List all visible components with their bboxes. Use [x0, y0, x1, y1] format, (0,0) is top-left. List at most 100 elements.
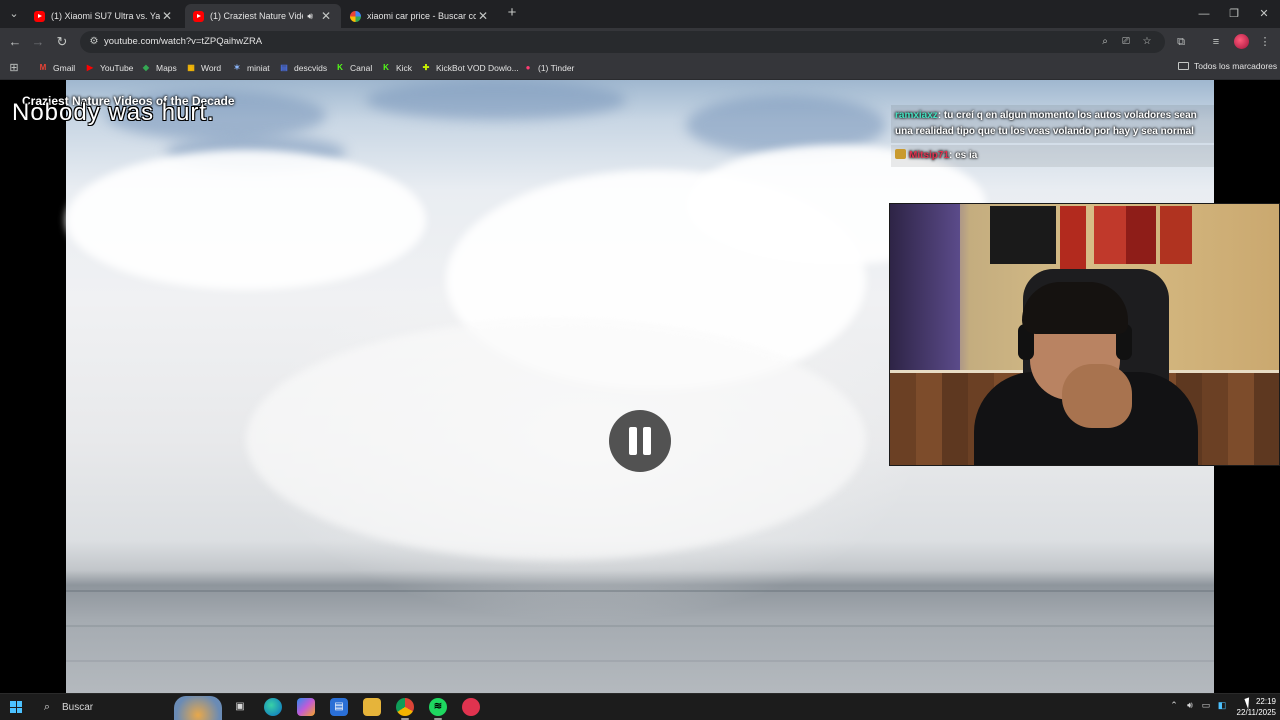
tab-title: (1) Xiaomi SU7 Ultra vs. Yangwa — [51, 11, 160, 21]
tab-strip: ⌄ (1) Xiaomi SU7 Ultra vs. Yangwa ✕ (1) … — [0, 0, 1280, 28]
tab-close-icon[interactable]: ✕ — [476, 9, 490, 23]
reload-button[interactable]: ↻ — [53, 33, 71, 51]
folder-icon — [1178, 62, 1189, 70]
maps-icon: ◆ — [142, 63, 150, 72]
subtitle-caption: Nobody was hurt. — [12, 99, 215, 126]
wall-poster — [1160, 206, 1192, 264]
kickbot-icon: ✚ — [422, 63, 430, 72]
search-highlight-image — [174, 696, 222, 720]
youtube-icon — [193, 10, 204, 22]
tab-title: xiaomi car price - Buscar con G — [367, 11, 476, 21]
apps-grid-icon[interactable]: ⊞ — [6, 60, 22, 76]
minimize-button[interactable]: — — [1188, 0, 1220, 28]
site-info-icon[interactable]: ⚙ — [86, 34, 102, 50]
all-bookmarks-label: Todos los marcadores — [1194, 61, 1278, 71]
file-explorer-icon[interactable] — [363, 698, 381, 716]
pause-icon[interactable] — [609, 410, 671, 472]
tab-search-button[interactable]: ⌄ — [4, 4, 24, 24]
app-icon[interactable] — [462, 698, 480, 716]
google-icon — [350, 10, 361, 22]
tab-title: (1) Craziest Nature Videos o — [210, 11, 303, 21]
forward-button[interactable]: → — [29, 33, 47, 51]
wall-poster — [1126, 206, 1156, 264]
subscriber-badge-icon — [895, 149, 906, 159]
close-window-button[interactable]: ✕ — [1248, 0, 1280, 28]
bookmark-gmail[interactable]: M Gmail — [38, 61, 76, 75]
tab-close-icon[interactable]: ✕ — [319, 9, 333, 23]
bookmark-label: KickBot VOD Dowlo... — [436, 63, 519, 73]
wave-line — [66, 625, 1214, 627]
tab-xiaomi-video[interactable]: (1) Xiaomi SU7 Ultra vs. Yangwa ✕ — [26, 4, 182, 28]
profile-avatar[interactable] — [1234, 34, 1249, 49]
windows-start-icon[interactable] — [10, 701, 22, 713]
kick-icon: K — [337, 63, 343, 72]
search-icon: ⌕ — [43, 701, 51, 713]
star-icon: ✶ — [233, 63, 241, 72]
kick-icon: K — [383, 63, 389, 72]
back-button[interactable]: ← — [6, 33, 24, 51]
chat-username: Mitsip71 — [909, 150, 950, 161]
grid-icon: ▤ — [280, 63, 288, 72]
store-icon[interactable]: ▤ — [330, 698, 348, 716]
cast-icon[interactable]: ⎚ — [1118, 34, 1134, 50]
speaker-icon[interactable]: 🔊︎ — [307, 11, 313, 22]
bookmark-label: descvids — [294, 63, 328, 73]
bookmarks-bar: ⊞ M Gmail ▶ YouTube ◆ Maps ▦ Word ✶ miniat ▤ descvi… — [0, 56, 1280, 80]
new-tab-button[interactable]: + — [504, 5, 520, 21]
wave-line — [66, 660, 1214, 662]
stream-view[interactable]: Craziest Nature Videos of the Decade Nob… — [0, 80, 1280, 693]
wall-poster — [990, 206, 1056, 264]
volume-icon[interactable]: 🔊︎ — [1183, 700, 1197, 711]
tab-google-search[interactable]: xiaomi car price - Buscar con G ✕ — [342, 4, 498, 28]
bookmark-label: Gmail — [53, 63, 76, 73]
tray-overflow-icon[interactable]: ⌃ — [1167, 700, 1181, 711]
reload-icon: ↻ — [56, 34, 68, 49]
chrome-icon[interactable] — [396, 698, 414, 720]
chat-message: ramxiaxz: tu creí q en algun momento los… — [891, 105, 1214, 143]
bookmark-maps[interactable]: ◆ Maps — [141, 61, 177, 75]
taskbar-search[interactable]: ⌕ Buscar — [32, 696, 222, 720]
media-control-icon[interactable]: ≡ — [1207, 33, 1225, 51]
cloud — [366, 80, 626, 120]
bookmark-kickbot-vod-dowlo[interactable]: ✚ KickBot VOD Dowlo... — [421, 61, 519, 75]
url-text[interactable]: youtube.com/watch?v=tZPQaihwZRA — [104, 36, 262, 47]
bookmark-1-tinder[interactable]: ● (1) Tinder — [523, 61, 575, 75]
splash-mist — [246, 320, 866, 560]
bookmark-youtube[interactable]: ▶ YouTube — [85, 61, 133, 75]
chat-text: : tu creí q en algun momento los autos v… — [895, 110, 1197, 137]
glacier-ice — [66, 150, 426, 290]
chat-username: ramxiaxz — [895, 110, 938, 121]
bookmark-label: (1) Tinder — [538, 63, 575, 73]
menu-icon[interactable]: ⋮ — [1256, 33, 1274, 51]
tab-close-icon[interactable]: ✕ — [160, 9, 174, 23]
bookmark-kick[interactable]: K Kick — [381, 61, 412, 75]
all-bookmarks-button[interactable]: Todos los marcadores — [1178, 61, 1277, 71]
chevron-down-icon: ⌄ — [9, 8, 19, 20]
bookmark-label: Kick — [396, 63, 413, 73]
network-icon[interactable]: ▭ — [1199, 700, 1213, 711]
webcam-overlay — [889, 203, 1280, 466]
wall-shadow — [890, 204, 960, 374]
bookmark-canal[interactable]: K Canal — [335, 61, 372, 75]
tab-craziest-nature[interactable]: (1) Craziest Nature Videos o 🔊︎ ✕ — [185, 4, 341, 28]
bookmark-word[interactable]: ▦ Word — [186, 61, 221, 75]
chat-text: : es ia — [949, 150, 978, 161]
gmail-icon: M — [39, 63, 47, 72]
bookmark-star-icon[interactable]: ☆ — [1139, 34, 1155, 50]
bookmark-miniat[interactable]: ✶ miniat — [232, 61, 270, 75]
bookmark-descvids[interactable]: ▤ descvids — [279, 61, 327, 75]
copilot-icon[interactable] — [297, 698, 315, 716]
address-bar[interactable]: ⚙ youtube.com/watch?v=tZPQaihwZRA ⌕ ⎚ ☆ — [80, 31, 1165, 53]
wall-poster — [1094, 206, 1128, 264]
spotify-icon[interactable]: ≋ — [429, 698, 447, 720]
extensions-icon[interactable]: ⧉ — [1172, 33, 1190, 51]
search-placeholder: Buscar — [62, 702, 94, 713]
bookmark-label: Canal — [350, 63, 373, 73]
edge-icon[interactable] — [264, 698, 282, 716]
chat-message: Mitsip71: es ia — [891, 145, 1214, 167]
youtube-icon: ▶ — [86, 63, 94, 72]
restore-button[interactable]: ❐ — [1218, 0, 1250, 28]
horizon-line — [66, 590, 1214, 592]
zoom-icon[interactable]: ⌕ — [1097, 34, 1113, 50]
task-view-icon[interactable]: ▣ — [231, 698, 249, 716]
